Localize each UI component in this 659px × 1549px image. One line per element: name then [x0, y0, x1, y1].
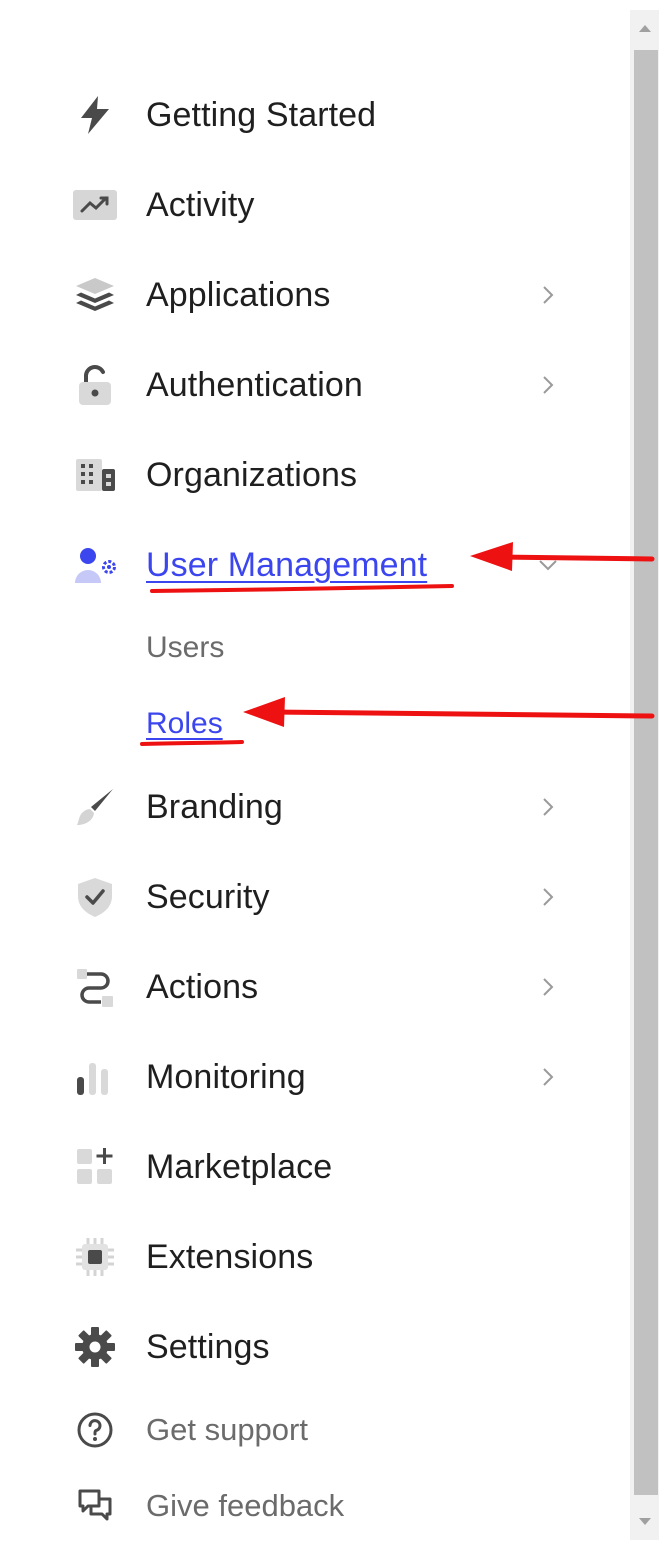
sidebar-subitem-users[interactable]: Users [146, 624, 224, 672]
chip-icon [70, 1232, 120, 1282]
sidebar-item-label: Getting Started [146, 95, 377, 134]
give-feedback-link[interactable]: Give feedback [70, 1478, 344, 1534]
sidebar-item-label: Organizations [146, 455, 358, 494]
help-circle-icon [70, 1405, 120, 1455]
sidebar-item-applications[interactable]: Applications [70, 264, 570, 326]
lightning-icon [70, 90, 120, 140]
sidebar-item-label: User Management [146, 545, 428, 584]
sidebar-item-label: Settings [146, 1327, 270, 1366]
gear-icon [70, 1322, 120, 1372]
sidebar-item-organizations[interactable]: Organizations [70, 444, 570, 506]
sidebar-item-extensions[interactable]: Extensions [70, 1226, 570, 1288]
sidebar-item-security[interactable]: Security [70, 866, 570, 928]
sidebar-item-authentication[interactable]: Authentication [70, 354, 570, 416]
building-icon [70, 450, 120, 500]
user-gear-icon [70, 540, 120, 590]
sidebar-item-getting-started[interactable]: Getting Started [70, 84, 570, 146]
sidebar-item-marketplace[interactable]: Marketplace [70, 1136, 570, 1198]
get-support-label: Get support [146, 1412, 308, 1447]
sidebar-item-activity[interactable]: Activity [70, 174, 570, 236]
chevron-right-icon [543, 978, 554, 996]
activity-chart-icon [70, 180, 120, 230]
chevron-right-icon [543, 798, 554, 816]
give-feedback-label: Give feedback [146, 1488, 345, 1523]
sidebar-item-settings[interactable]: Settings [70, 1316, 570, 1378]
sidebar-item-label: Authentication [146, 365, 363, 404]
sidebar-nav: Getting Started Activity Applications Au… [0, 0, 630, 1549]
sidebar-item-label: Security [146, 877, 270, 916]
sidebar-item-label: Applications [146, 275, 331, 314]
vertical-scrollbar[interactable] [630, 10, 659, 1540]
get-support-link[interactable]: Get support [70, 1402, 308, 1458]
chevron-right-icon [543, 888, 554, 906]
chevron-down-icon [539, 560, 557, 571]
lock-icon [70, 360, 120, 410]
sidebar-item-label: Branding [146, 787, 283, 826]
sidebar-item-label: Extensions [146, 1237, 314, 1276]
paintbrush-icon [70, 782, 120, 832]
sidebar-item-actions[interactable]: Actions [70, 956, 570, 1018]
chevron-right-icon [543, 1068, 554, 1086]
chevron-right-icon [543, 286, 554, 304]
bar-chart-icon [70, 1052, 120, 1102]
shield-check-icon [70, 872, 120, 922]
sidebar-item-label: Actions [146, 967, 259, 1006]
feedback-chat-icon [70, 1481, 120, 1531]
sidebar-item-branding[interactable]: Branding [70, 776, 570, 838]
page: Getting Started Activity Applications Au… [0, 0, 659, 1549]
scrollbar-thumb[interactable] [634, 50, 658, 1495]
sidebar-item-label: Marketplace [146, 1147, 333, 1186]
scroll-up-arrow-icon[interactable] [636, 20, 654, 38]
flow-icon [70, 962, 120, 1012]
sidebar-item-label: Monitoring [146, 1057, 306, 1096]
layers-icon [70, 270, 120, 320]
sidebar-subitem-roles[interactable]: Roles [146, 700, 223, 748]
grid-plus-icon [70, 1142, 120, 1192]
chevron-right-icon [543, 376, 554, 394]
sidebar-item-label: Activity [146, 185, 255, 224]
sidebar-item-monitoring[interactable]: Monitoring [70, 1046, 570, 1108]
scroll-down-arrow-icon[interactable] [636, 1512, 654, 1530]
sidebar-item-user-management[interactable]: User Management [70, 534, 570, 596]
